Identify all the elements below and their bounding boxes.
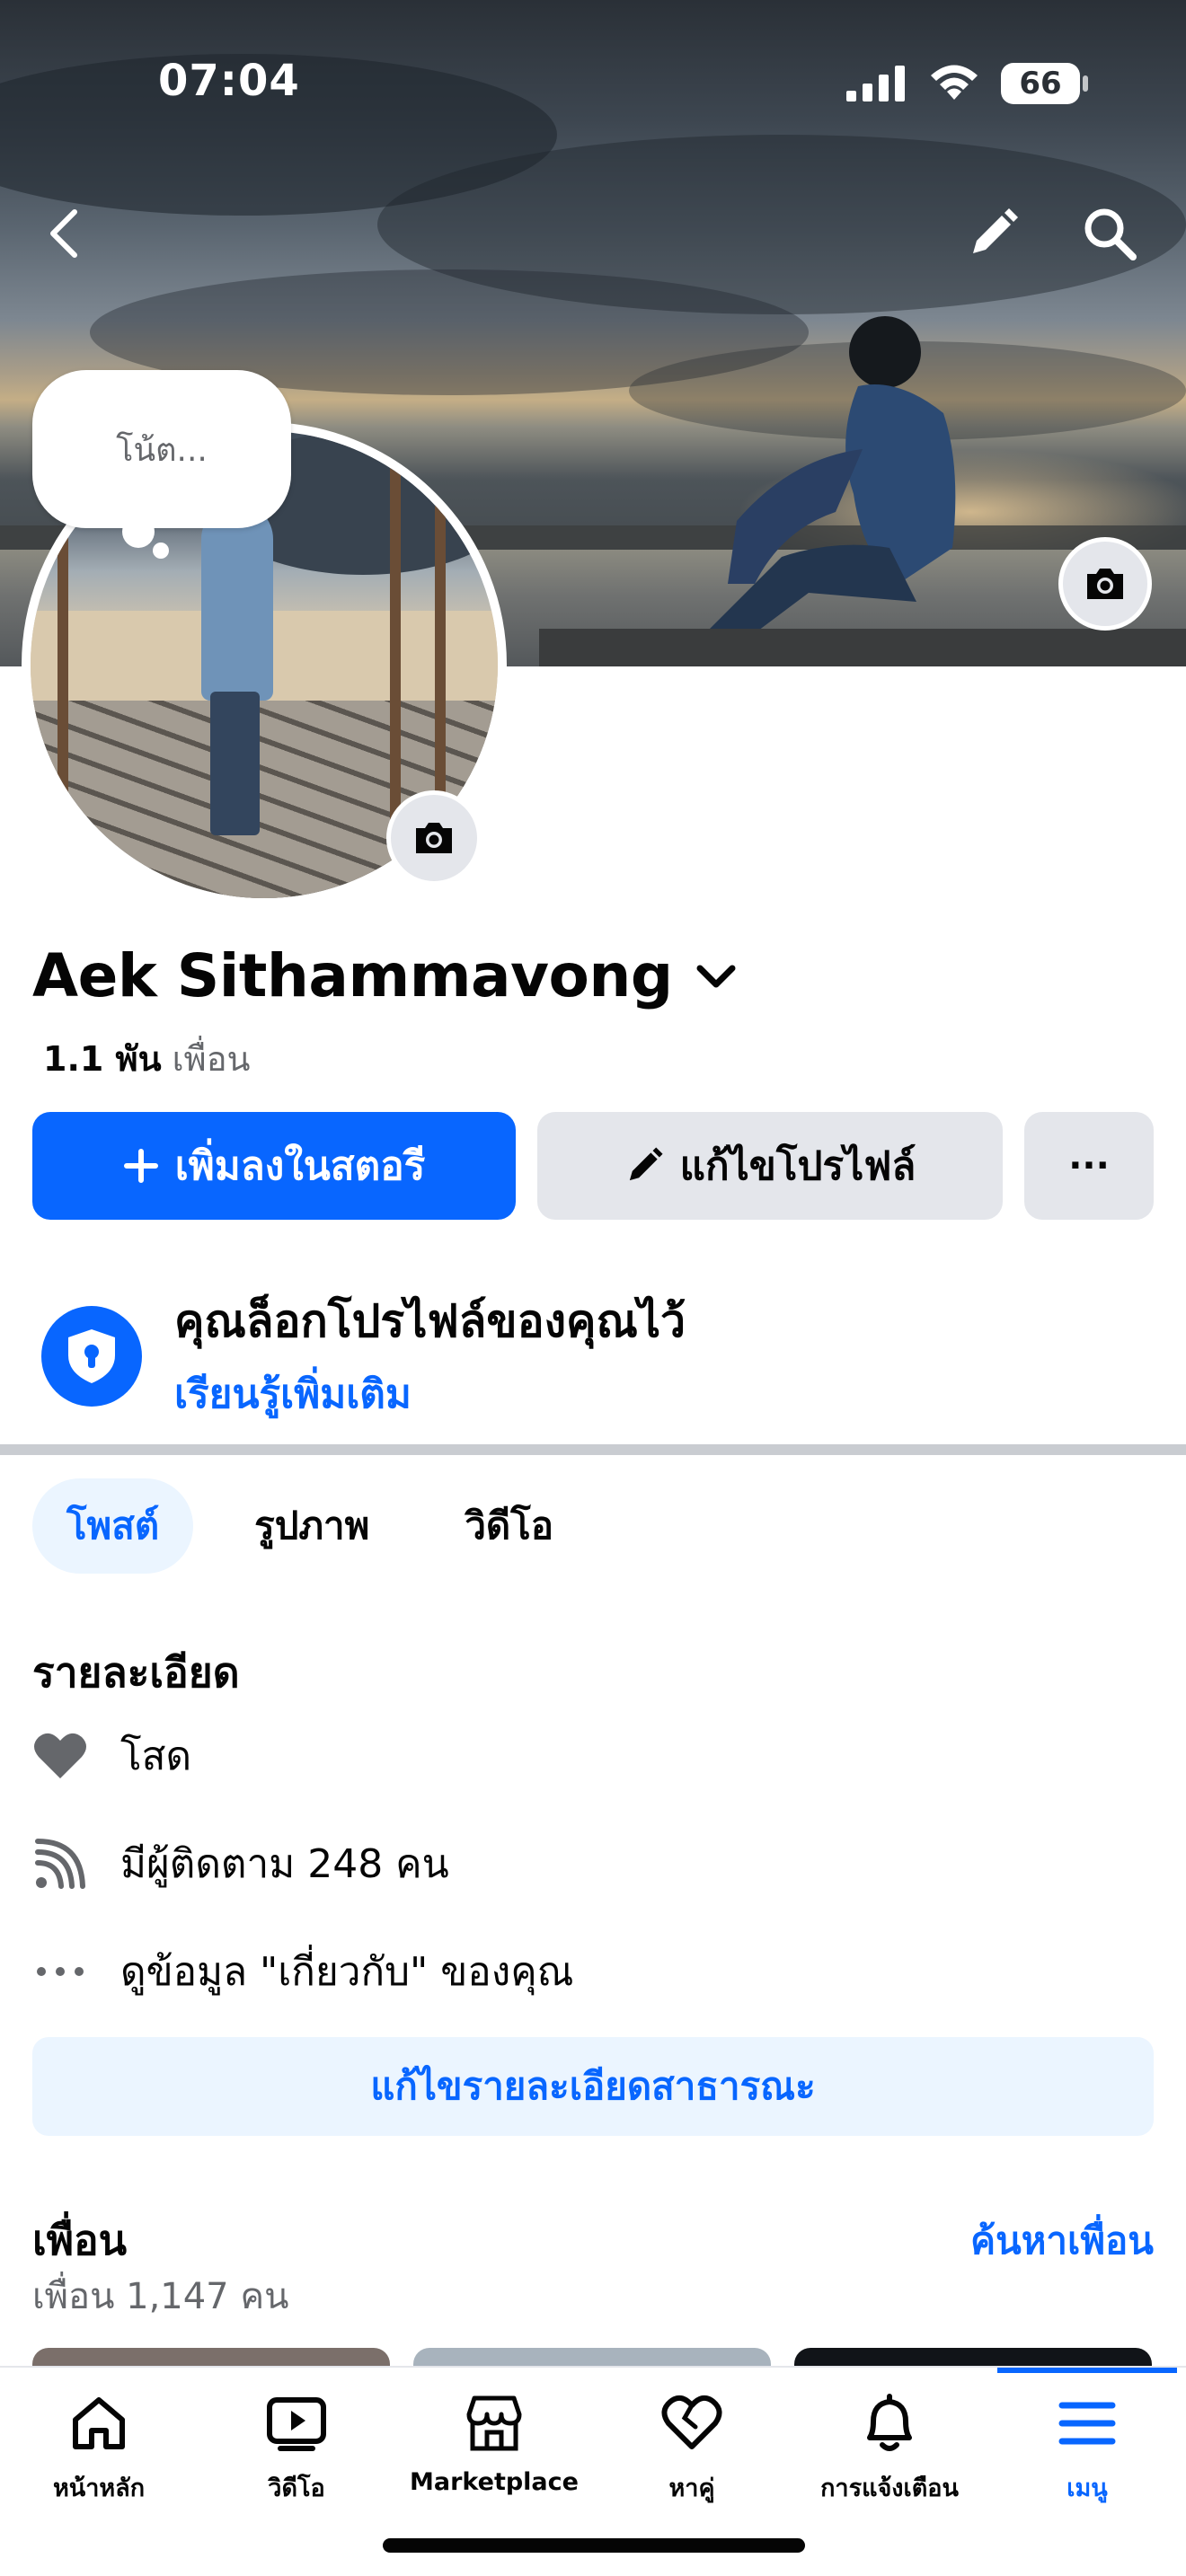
tab-posts[interactable]: โพสต์	[32, 1478, 194, 1574]
chevron-down-icon[interactable]	[695, 963, 738, 990]
camera-icon	[1087, 569, 1123, 599]
friends-title: เพื่อน	[32, 2216, 128, 2264]
note-bubble-tail	[122, 516, 155, 548]
search-button[interactable]	[1078, 202, 1141, 265]
battery-indicator: 66	[1001, 63, 1088, 104]
marketplace-icon	[466, 2395, 522, 2451]
nav-notifications[interactable]: การแจ้งเตือน	[791, 2391, 988, 2507]
profile-picture-camera-button[interactable]	[386, 790, 482, 886]
profile-name: Aek Sithammavong	[32, 941, 673, 1010]
cover-person-silhouette	[701, 316, 956, 647]
friends-count: 1.1 พัน	[43, 1039, 162, 1079]
detail-followers: มีผู้ติดตาม 248 คน	[32, 1832, 449, 1895]
nav-home[interactable]: หน้าหลัก	[0, 2391, 198, 2507]
nav-dating-label: หาคู่	[668, 2475, 715, 2502]
search-icon	[1084, 208, 1137, 260]
nav-marketplace[interactable]: Marketplace	[395, 2391, 593, 2496]
nav-dating[interactable]: หาคู่	[593, 2391, 791, 2507]
friends-summary[interactable]: 1.1 พัน เพื่อน	[43, 1031, 251, 1086]
tab-photos[interactable]: รูปภาพ	[220, 1478, 403, 1574]
edit-public-details-button[interactable]: แก้ไขรายละเอียดสาธารณะ	[32, 2037, 1154, 2136]
details-title: รายละเอียด	[32, 1648, 240, 1697]
profile-lock-notice: คุณล็อกโปรไฟล์ของคุณไว้ เรียนรู้เพิ่มเติ…	[41, 1286, 686, 1425]
heart-icon	[32, 1728, 88, 1784]
nav-active-indicator	[997, 2368, 1177, 2373]
note-bubble[interactable]: โน้ต...	[32, 370, 291, 528]
rss-followers-icon	[32, 1836, 88, 1892]
wifi-icon	[931, 65, 978, 100]
relationship-status: โสด	[120, 1734, 192, 1779]
edit-profile-label: แก้ไขโปรไฟล์	[679, 1143, 916, 1189]
menu-icon	[1058, 2402, 1116, 2445]
detail-relationship: โสด	[32, 1725, 191, 1787]
nav-home-label: หน้าหลัก	[52, 2475, 146, 2502]
more-options-icon: ···	[1068, 1145, 1110, 1187]
status-icons: 66	[846, 63, 1088, 104]
lock-notice-title: คุณล็อกโปรไฟล์ของคุณไว้	[174, 1295, 686, 1347]
section-divider	[0, 1444, 1186, 1455]
nav-video[interactable]: วิดีโอ	[198, 2391, 395, 2507]
tab-videos[interactable]: วิดีโอ	[430, 1478, 588, 1574]
dating-icon	[661, 2395, 722, 2449]
more-options-button[interactable]: ···	[1024, 1112, 1154, 1220]
pencil-icon	[629, 1147, 663, 1181]
about-text: ดูข้อมูล "เกี่ยวกับ" ของคุณ	[120, 1949, 574, 1995]
add-to-story-label: เพิ่มลงในสตอรี	[174, 1143, 426, 1189]
camera-icon	[416, 823, 452, 853]
home-icon	[73, 2397, 125, 2449]
detail-about[interactable]: ดูข้อมูล "เกี่ยวกับ" ของคุณ	[32, 1940, 573, 2003]
nav-menu[interactable]: เมนู	[988, 2391, 1186, 2507]
edit-profile-top-button[interactable]	[961, 202, 1024, 265]
friends-total: เพื่อน 1,147 คน	[32, 2276, 289, 2317]
nav-marketplace-label: Marketplace	[410, 2468, 579, 2496]
shield-lock-icon	[41, 1305, 142, 1407]
status-time: 07:04	[158, 56, 300, 106]
find-friends-link[interactable]: ค้นหาเพื่อน	[970, 2211, 1154, 2271]
nav-notifications-label: การแจ้งเตือน	[820, 2475, 959, 2502]
pencil-icon	[973, 208, 1018, 253]
bell-icon	[867, 2394, 912, 2451]
profile-name-row[interactable]: Aek Sithammavong	[32, 941, 738, 1010]
home-indicator[interactable]	[383, 2538, 805, 2553]
signal-icon	[846, 66, 905, 101]
more-dots-icon	[32, 1944, 88, 1999]
nav-video-label: วิดีโอ	[268, 2475, 325, 2502]
profile-tabs: โพสต์ รูปภาพ วิดีโอ	[32, 1478, 588, 1574]
learn-more-link[interactable]: เรียนรู้เพิ่มเติม	[174, 1363, 686, 1425]
friends-label: เพื่อน	[172, 1039, 251, 1079]
add-to-story-button[interactable]: เพิ่มลงในสตอรี	[32, 1112, 516, 1220]
chevron-left-icon	[50, 209, 77, 258]
plus-icon	[123, 1149, 158, 1183]
nav-menu-label: เมนู	[1067, 2475, 1108, 2502]
note-bubble-tail-small	[153, 543, 169, 559]
followers-text: มีผู้ติดตาม 248 คน	[120, 1841, 449, 1887]
cover-camera-button[interactable]	[1058, 537, 1152, 631]
edit-profile-button[interactable]: แก้ไขโปรไฟล์	[537, 1112, 1003, 1220]
video-icon	[267, 2397, 326, 2451]
back-button[interactable]	[32, 202, 95, 265]
